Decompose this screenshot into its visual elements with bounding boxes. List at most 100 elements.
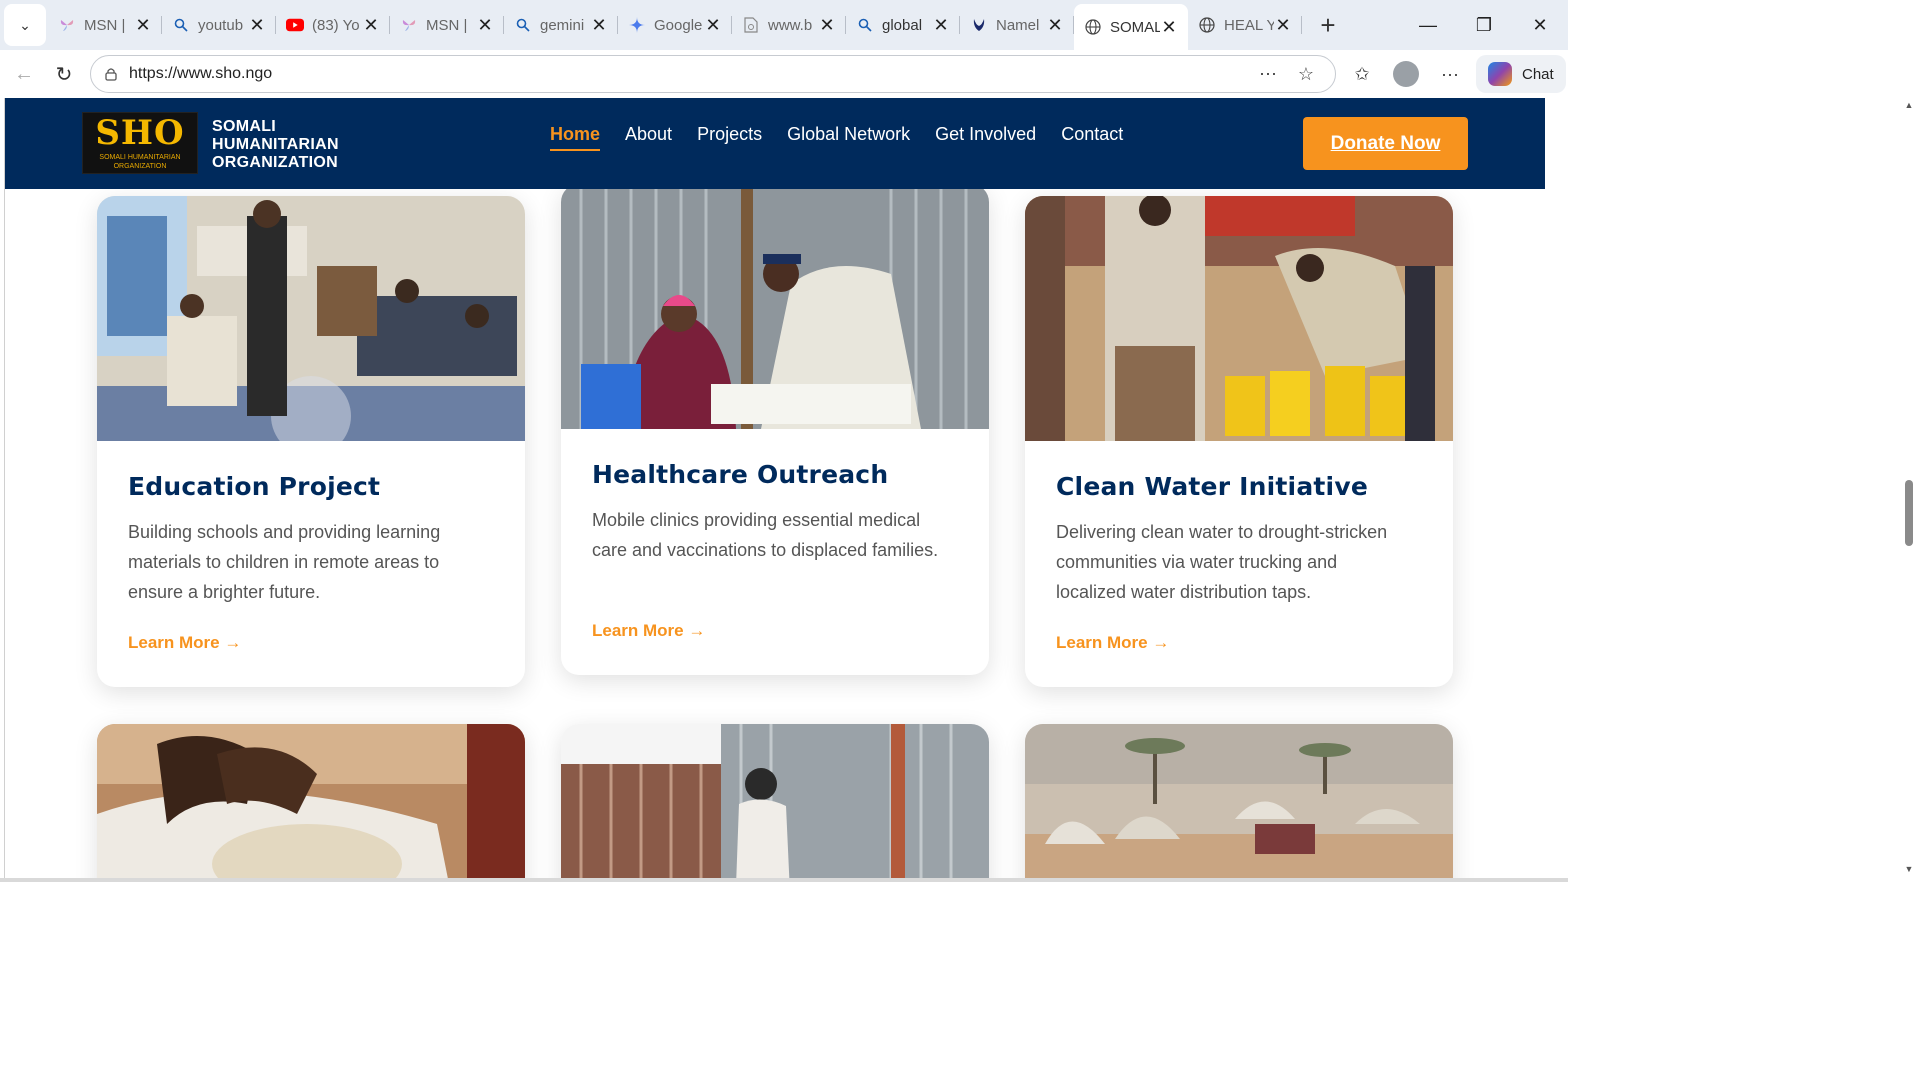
nav-global-network[interactable]: Global Network bbox=[787, 124, 910, 151]
org-name-line: HUMANITARIAN bbox=[212, 136, 339, 153]
browser-tab[interactable]: MSN | ✕ bbox=[390, 4, 504, 46]
browser-tab[interactable]: (83) Yo ✕ bbox=[276, 4, 390, 46]
browser-tab[interactable]: youtub ✕ bbox=[162, 4, 276, 46]
more-options-icon[interactable]: ··· bbox=[1428, 54, 1472, 94]
url-text[interactable]: https://www.sho.ngo bbox=[129, 65, 1249, 83]
project-card bbox=[97, 724, 525, 878]
browser-tab[interactable]: HEAL Y ✕ bbox=[1188, 4, 1302, 46]
search-icon bbox=[514, 16, 532, 34]
project-card-healthcare: Healthcare Outreach Mobile clinics provi… bbox=[561, 184, 989, 675]
project-card-clean-water: Clean Water Initiative Delivering clean … bbox=[1025, 196, 1453, 687]
browser-tab[interactable]: Google ✕ bbox=[618, 4, 732, 46]
copilot-chat-button[interactable]: Chat bbox=[1476, 55, 1566, 93]
close-tab-icon[interactable]: ✕ bbox=[134, 15, 152, 36]
project-title: Healthcare Outreach bbox=[592, 460, 889, 489]
minimize-icon[interactable]: — bbox=[1400, 0, 1456, 50]
scroll-down-arrow-icon[interactable]: ▼ bbox=[1902, 864, 1916, 874]
site-header: SHO SOMALI HUMANITARIAN ORGANIZATION SOM… bbox=[5, 98, 1545, 189]
youtube-icon bbox=[286, 16, 304, 34]
tab-title: global bbox=[882, 16, 923, 34]
tab-title: HEAL Y bbox=[1224, 16, 1274, 34]
globe-icon bbox=[1198, 16, 1216, 34]
favorite-star-icon[interactable]: ☆ bbox=[1287, 64, 1325, 85]
browser-tab[interactable]: MSN | ✕ bbox=[48, 4, 162, 46]
site-logo[interactable]: SHO SOMALI HUMANITARIAN ORGANIZATION bbox=[82, 112, 198, 174]
nav-about[interactable]: About bbox=[625, 124, 672, 151]
new-tab-button[interactable]: + bbox=[1308, 10, 1348, 41]
tab-title: Namel bbox=[996, 16, 1040, 34]
logo-subtext: SOMALI HUMANITARIAN ORGANIZATION bbox=[99, 154, 181, 170]
msn-icon bbox=[400, 16, 418, 34]
nav-home[interactable]: Home bbox=[550, 124, 601, 151]
globe-icon bbox=[1084, 18, 1102, 36]
learn-more-link[interactable]: Learn More → bbox=[1056, 633, 1169, 653]
tab-title: SOMAL bbox=[1110, 18, 1160, 36]
profile-button[interactable] bbox=[1384, 54, 1428, 94]
refresh-icon[interactable]: ↻ bbox=[44, 54, 84, 94]
tab-actions-menu-button[interactable]: ⌄ bbox=[4, 4, 46, 46]
browser-tab[interactable]: Namel ✕ bbox=[960, 4, 1074, 46]
back-icon[interactable]: ← bbox=[4, 54, 44, 94]
close-tab-icon[interactable]: ✕ bbox=[818, 15, 836, 36]
nav-contact[interactable]: Contact bbox=[1061, 124, 1123, 151]
main-nav: Home About Projects Global Network Get I… bbox=[550, 124, 1123, 151]
avatar bbox=[1393, 61, 1419, 87]
project-description: Building schools and providing learning … bbox=[128, 522, 441, 602]
logo-text: SHO bbox=[95, 113, 185, 153]
browser-toolbar: ← ↻ https://www.sho.ngo ⋯ ☆ ✩ ··· Chat bbox=[0, 50, 1568, 98]
browser-tab-active[interactable]: SOMAL ✕ bbox=[1074, 4, 1188, 50]
page-scrollbar[interactable]: ▲ ▼ bbox=[1902, 98, 1916, 878]
tab-title: Google bbox=[654, 16, 703, 34]
displacement-camp-image bbox=[1025, 724, 1453, 878]
browser-tab[interactable]: global ✕ bbox=[846, 4, 960, 46]
org-name-line: ORGANIZATION bbox=[212, 154, 338, 171]
favorites-icon[interactable]: ✩ bbox=[1340, 54, 1384, 94]
tab-title: MSN | bbox=[84, 16, 126, 34]
browser-tab-bar: ⌄ MSN | ✕ youtub ✕ (83) Yo ✕ MSN | ✕ gem… bbox=[0, 0, 1568, 50]
close-tab-icon[interactable]: ✕ bbox=[362, 15, 380, 36]
close-window-icon[interactable]: ✕ bbox=[1512, 0, 1568, 50]
hands-logo-icon bbox=[970, 16, 988, 34]
tab-title: gemini bbox=[540, 16, 585, 34]
close-tab-icon[interactable]: ✕ bbox=[476, 15, 494, 36]
learn-more-link[interactable]: Learn More → bbox=[592, 621, 705, 641]
scrollbar-thumb[interactable] bbox=[1905, 480, 1913, 546]
close-tab-icon[interactable]: ✕ bbox=[1046, 15, 1064, 36]
scroll-up-arrow-icon[interactable]: ▲ bbox=[1902, 100, 1916, 110]
reading-mode-icon[interactable]: ⋯ bbox=[1249, 64, 1287, 85]
close-tab-icon[interactable]: ✕ bbox=[932, 15, 950, 36]
project-card bbox=[1025, 724, 1453, 878]
tab-title: MSN | bbox=[426, 16, 468, 34]
tab-title: youtub bbox=[198, 16, 244, 34]
project-card bbox=[561, 724, 989, 878]
project-card-education: Education Project Building schools and p… bbox=[97, 196, 525, 687]
blocked-page-icon bbox=[742, 16, 760, 34]
close-tab-icon[interactable]: ✕ bbox=[590, 15, 608, 36]
close-tab-icon[interactable]: ✕ bbox=[248, 15, 266, 36]
healthcare-outreach-image bbox=[561, 184, 989, 429]
org-name[interactable]: SOMALI HUMANITARIAN ORGANIZATION bbox=[212, 118, 339, 172]
close-tab-icon[interactable]: ✕ bbox=[1160, 17, 1178, 38]
tab-title: www.b bbox=[768, 16, 813, 34]
address-bar[interactable]: https://www.sho.ngo ⋯ ☆ bbox=[90, 55, 1336, 93]
learn-more-link[interactable]: Learn More → bbox=[128, 633, 241, 653]
restore-icon[interactable]: ❐ bbox=[1456, 0, 1512, 50]
gemini-icon bbox=[628, 16, 646, 34]
education-project-image bbox=[97, 196, 525, 441]
window-controls: — ❐ ✕ bbox=[1400, 0, 1568, 50]
clean-water-image bbox=[1025, 196, 1453, 441]
search-icon bbox=[856, 16, 874, 34]
close-tab-icon[interactable]: ✕ bbox=[704, 15, 722, 36]
close-tab-icon[interactable]: ✕ bbox=[1274, 15, 1292, 36]
browser-tab[interactable]: gemini ✕ bbox=[504, 4, 618, 46]
org-name-line: SOMALI bbox=[212, 118, 277, 135]
lock-icon[interactable] bbox=[101, 64, 121, 84]
project-title: Clean Water Initiative bbox=[1056, 472, 1368, 501]
donate-now-button[interactable]: Donate Now bbox=[1303, 117, 1468, 170]
nav-get-involved[interactable]: Get Involved bbox=[935, 124, 1036, 151]
project-title: Education Project bbox=[128, 472, 381, 501]
browser-tab[interactable]: www.b ✕ bbox=[732, 4, 846, 46]
nav-projects[interactable]: Projects bbox=[697, 124, 762, 151]
health-post-image bbox=[561, 724, 989, 878]
search-icon bbox=[172, 16, 190, 34]
